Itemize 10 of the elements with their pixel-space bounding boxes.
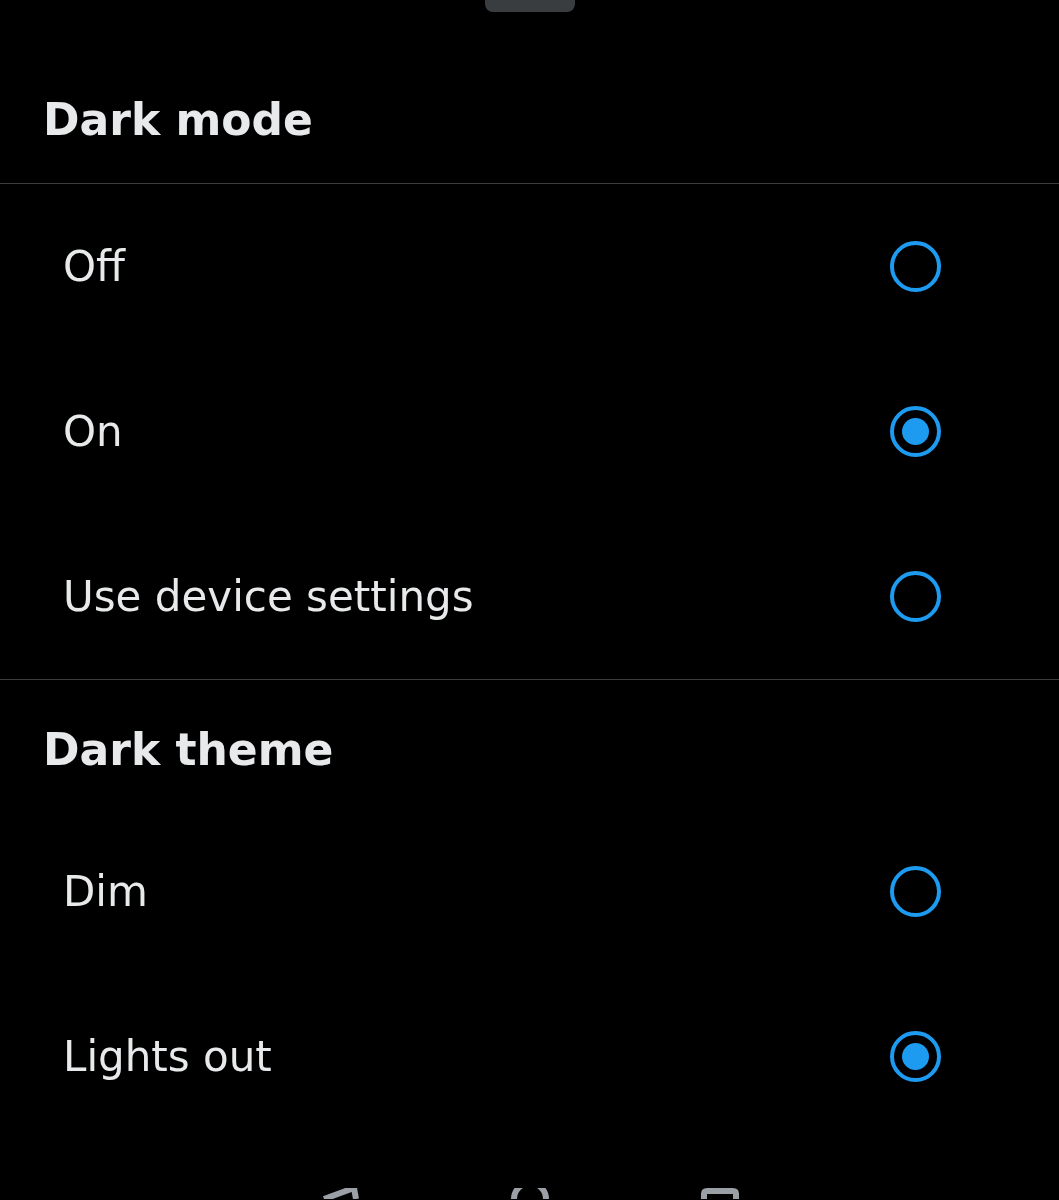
section-heading: Dark theme: [42, 723, 335, 777]
radio-option[interactable]: Dim: [0, 809, 1059, 974]
recents-icon[interactable]: [699, 1188, 740, 1199]
drag-handle[interactable]: [484, 0, 575, 12]
section-heading: Dark mode: [42, 93, 314, 147]
home-icon[interactable]: [509, 1188, 550, 1199]
radio-option[interactable]: Off: [0, 184, 1059, 349]
radio-option[interactable]: Use device settings: [0, 514, 1059, 679]
radio-option[interactable]: On: [0, 349, 1059, 514]
radio-option[interactable]: Lights out: [0, 974, 1059, 1139]
